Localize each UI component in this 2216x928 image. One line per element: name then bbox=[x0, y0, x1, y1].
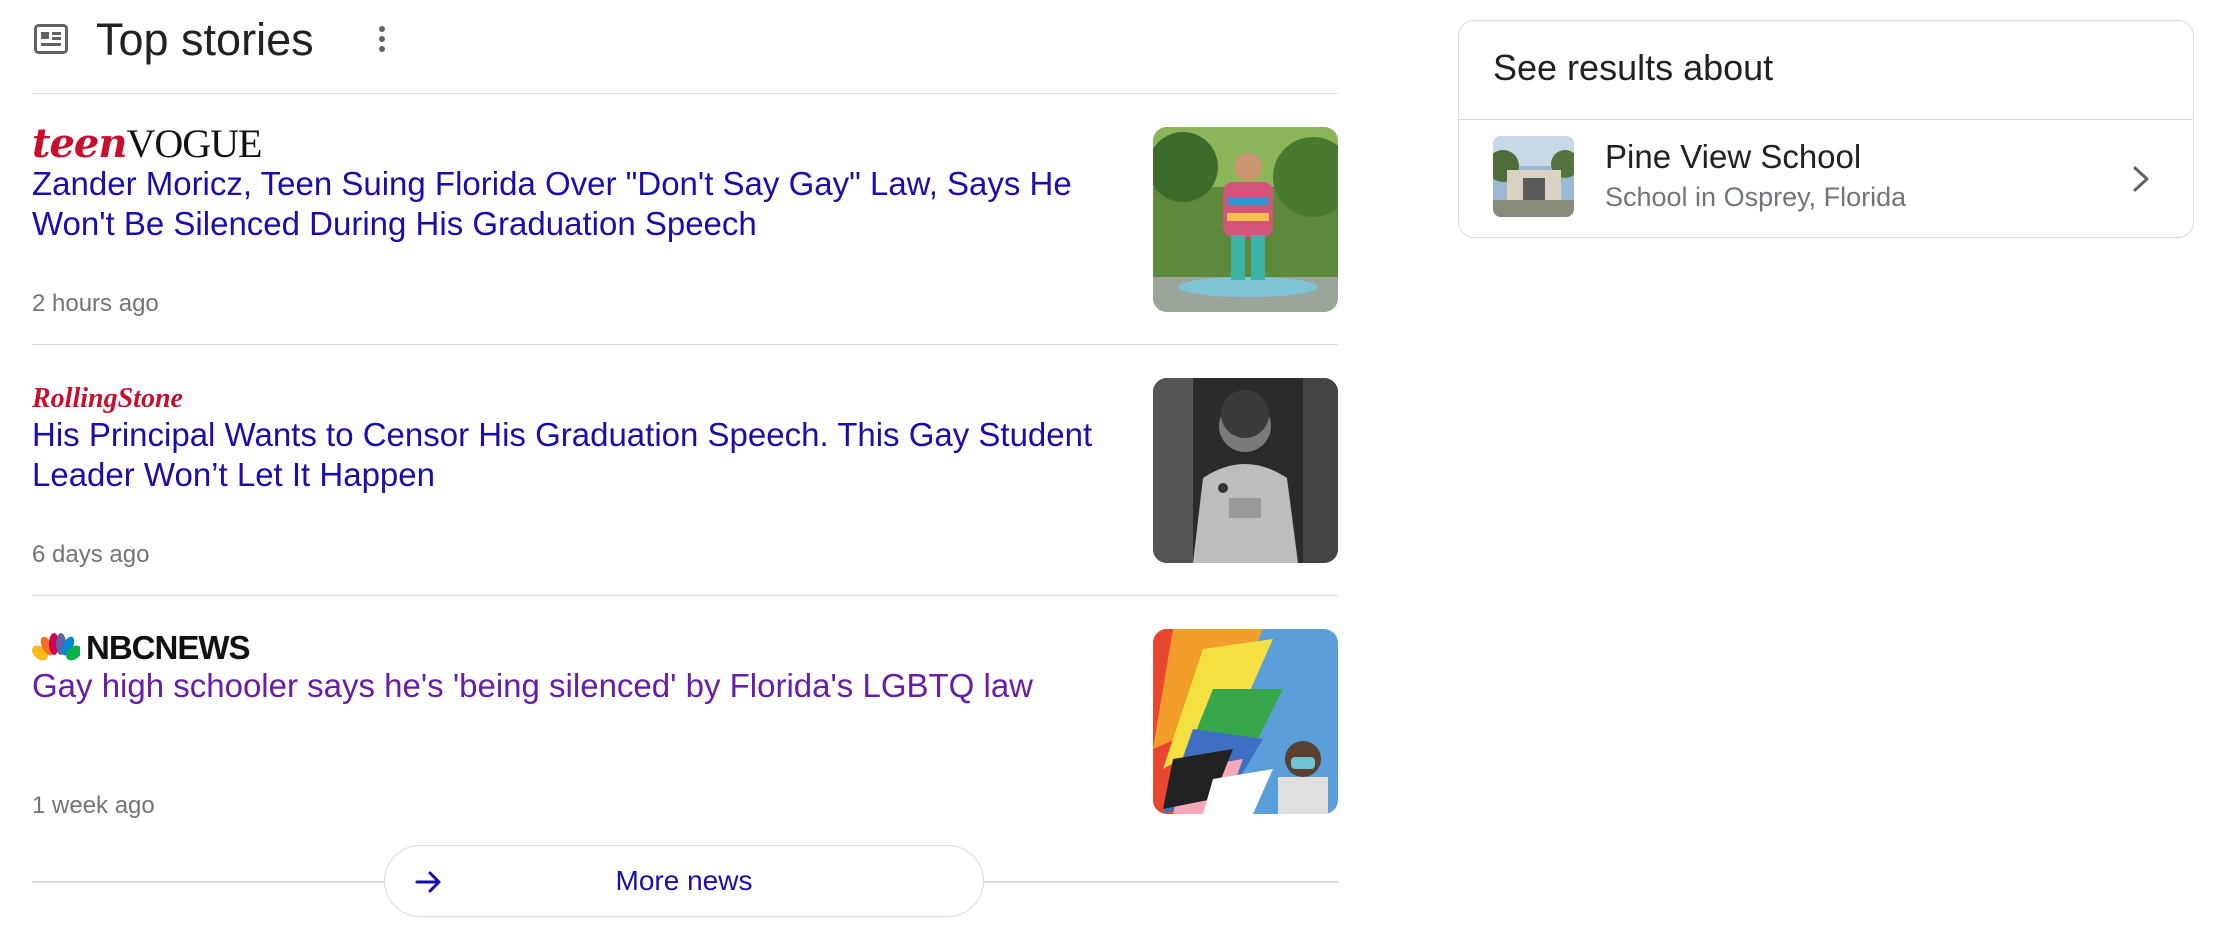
story-timestamp: 1 week ago bbox=[32, 792, 155, 819]
nbc-news-logo: NBCNEWS bbox=[32, 628, 250, 668]
see-results-about-panel: See results about Pine View School Schoo… bbox=[1458, 20, 2194, 238]
more-news-button[interactable]: More news bbox=[384, 845, 984, 917]
top-stories-header: Top stories bbox=[32, 0, 1338, 94]
story-thumbnail[interactable] bbox=[1153, 378, 1338, 563]
chevron-right-icon bbox=[2133, 166, 2149, 192]
news-icon bbox=[34, 24, 68, 54]
entity-result-pine-view-school[interactable]: Pine View School School in Osprey, Flori… bbox=[1459, 120, 2193, 237]
nbc-peacock-icon bbox=[32, 633, 80, 661]
entity-thumbnail bbox=[1493, 136, 1574, 217]
story-headline[interactable]: His Principal Wants to Censor His Gradua… bbox=[32, 415, 1122, 495]
story-timestamp: 2 hours ago bbox=[32, 290, 159, 317]
story-thumbnail[interactable] bbox=[1153, 127, 1338, 312]
more-news-label: More news bbox=[615, 865, 753, 896]
kebab-menu-icon[interactable] bbox=[368, 22, 396, 62]
news-story: teenVOGUE Zander Moricz, Teen Suing Flor… bbox=[32, 94, 1338, 345]
entity-subtitle: School in Osprey, Florida bbox=[1605, 182, 1907, 212]
panel-title: See results about bbox=[1493, 47, 1774, 88]
teen-vogue-logo: teenVOGUE bbox=[32, 120, 262, 167]
top-stories-title: Top stories bbox=[96, 14, 314, 65]
entity-name: Pine View School bbox=[1605, 138, 1862, 175]
news-story: NBCNEWS Gay high schooler says he's 'bei… bbox=[32, 596, 1338, 847]
story-thumbnail[interactable] bbox=[1153, 629, 1338, 814]
story-headline[interactable]: Zander Moricz, Teen Suing Florida Over "… bbox=[32, 164, 1122, 244]
news-story: RollingStone His Principal Wants to Cens… bbox=[32, 345, 1338, 596]
story-headline[interactable]: Gay high schooler says he's 'being silen… bbox=[32, 666, 1122, 706]
story-timestamp: 6 days ago bbox=[32, 541, 150, 568]
